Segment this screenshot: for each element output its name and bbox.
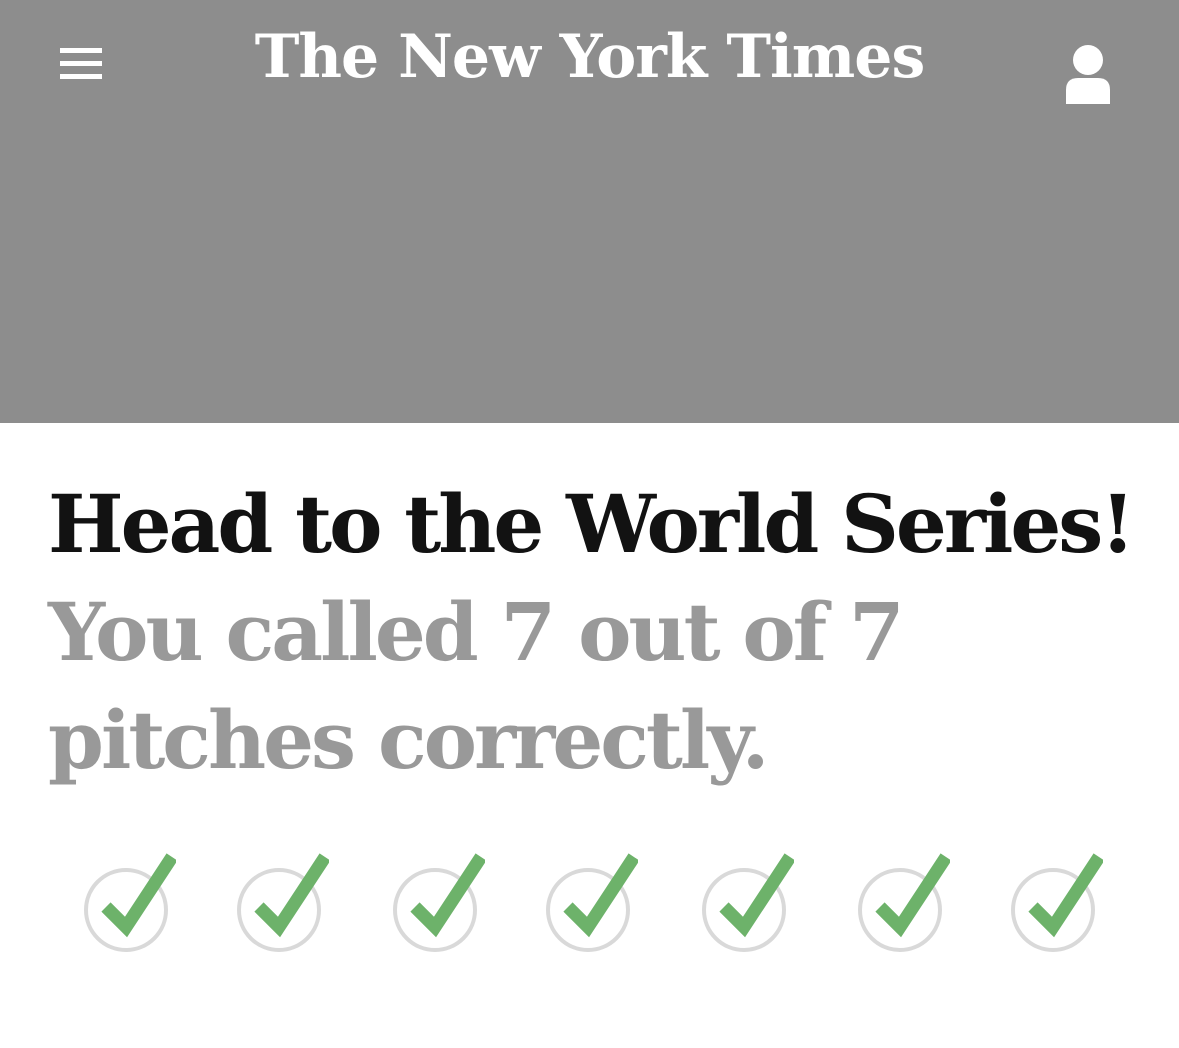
check-icon	[858, 853, 952, 952]
pitch-results	[0, 845, 1179, 965]
check-icon	[1011, 853, 1105, 952]
quiz-result: Head to the World Series! You called 7 o…	[48, 470, 1148, 794]
check-icon	[546, 853, 640, 952]
pitch-result-6	[850, 845, 952, 955]
pitch-result-5	[694, 845, 796, 955]
pitch-result-1	[76, 845, 178, 955]
pitch-result-7	[1003, 845, 1105, 955]
check-icon	[237, 853, 331, 952]
result-summary: You called 7 out of 7 pitches correctly.	[48, 585, 905, 787]
account-button[interactable]	[1056, 38, 1120, 110]
nyt-logo[interactable]: The New York Times	[0, 22, 1179, 92]
pitch-result-3	[385, 845, 487, 955]
user-account-icon	[1066, 45, 1110, 104]
site-header: The New York Times	[0, 0, 1179, 423]
check-icon	[702, 853, 796, 952]
check-icon	[393, 853, 487, 952]
pitch-result-2	[229, 845, 331, 955]
result-title: Head to the World Series!	[48, 477, 1135, 571]
check-icon	[84, 853, 178, 952]
pitch-result-4	[538, 845, 640, 955]
